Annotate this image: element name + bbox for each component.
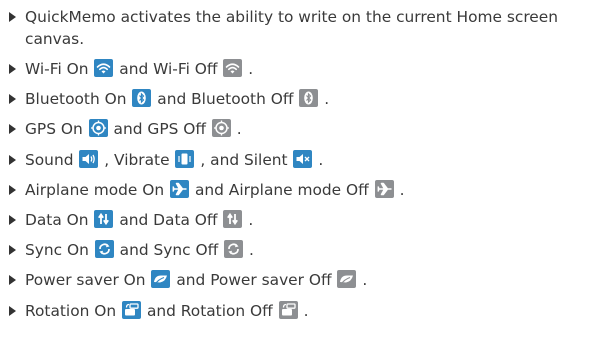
data-text-a: Data On bbox=[25, 210, 94, 229]
airplane-text-c: . bbox=[399, 180, 405, 199]
power-saver-text-c: . bbox=[362, 271, 368, 290]
vibrate-icon bbox=[175, 149, 195, 168]
wifi-text-a: Wi-Fi On bbox=[25, 60, 94, 78]
sound-text-a: Sound bbox=[25, 150, 79, 169]
bullet-item-rotation: Rotation On and Rotation Off . bbox=[9, 300, 599, 330]
sound-text-c: , and Silent bbox=[200, 150, 293, 169]
wifi-text-b: and Wi-Fi Off bbox=[119, 60, 223, 78]
bullet-marker-icon bbox=[9, 214, 16, 225]
document-page: QuickMemo activates the ability to write… bbox=[0, 0, 603, 352]
gps-text-a: GPS On bbox=[25, 120, 88, 139]
sync-text-c: . bbox=[249, 241, 254, 260]
data-text-b: and Data Off bbox=[119, 210, 223, 229]
power-saver-text-a: Power saver On bbox=[25, 271, 151, 290]
bullet-marker-icon bbox=[9, 245, 16, 256]
bullet-item-data: Data On and Data Off . bbox=[9, 209, 599, 239]
gps-on-icon bbox=[88, 119, 108, 138]
airplane-text-b: and Airplane mode Off bbox=[194, 180, 374, 199]
bullet-marker-icon bbox=[9, 275, 16, 286]
bullet-marker-icon bbox=[9, 124, 16, 135]
bullet-item-airplane: Airplane mode On and Airplane mode Off . bbox=[9, 179, 599, 209]
bullet-marker-icon bbox=[9, 154, 16, 165]
bullet-marker-icon bbox=[9, 12, 16, 22]
feature-bullet-list: QuickMemo activates the ability to write… bbox=[9, 6, 599, 330]
speaker-icon bbox=[79, 149, 99, 168]
bluetooth-text-c: . bbox=[324, 90, 330, 109]
bluetooth-text-a: Bluetooth On bbox=[25, 90, 132, 109]
bluetooth-on-icon bbox=[132, 89, 152, 108]
data-text-c: . bbox=[248, 210, 254, 229]
sync-text-b: and Sync Off bbox=[119, 241, 224, 260]
sound-text-d: . bbox=[318, 150, 324, 169]
airplane-text-a: Airplane mode On bbox=[25, 180, 170, 199]
gps-text-b: and GPS Off bbox=[113, 120, 211, 139]
power-saver-on-icon bbox=[151, 270, 171, 289]
muted-speaker-icon bbox=[293, 149, 313, 168]
sound-text-b: , Vibrate bbox=[104, 150, 175, 169]
data-on-icon bbox=[94, 209, 114, 228]
airplane-on-icon bbox=[170, 179, 190, 198]
airplane-off-icon bbox=[374, 179, 394, 198]
bullet-item-power-saver: Power saver On and Power saver Off . bbox=[9, 269, 599, 299]
rotation-text-b: and Rotation Off bbox=[146, 301, 278, 320]
bullet-item-quickmemo: QuickMemo activates the ability to write… bbox=[9, 6, 599, 58]
sync-text-a: Sync On bbox=[25, 241, 94, 260]
bullet-marker-icon bbox=[9, 305, 16, 316]
wifi-text-c: . bbox=[248, 60, 254, 78]
sync-off-icon bbox=[224, 240, 244, 259]
gps-text-c: . bbox=[236, 120, 242, 139]
sync-on-icon bbox=[94, 240, 114, 259]
gps-off-icon bbox=[211, 119, 231, 138]
bullet-item-gps: GPS On and GPS Off . bbox=[9, 118, 599, 148]
bluetooth-text-b: and Bluetooth Off bbox=[157, 90, 299, 109]
bullet-marker-icon bbox=[9, 64, 16, 74]
data-off-icon bbox=[223, 209, 243, 228]
bullet-marker-icon bbox=[9, 184, 16, 195]
wifi-on-icon bbox=[94, 59, 114, 77]
rotation-text-c: . bbox=[303, 301, 309, 320]
power-saver-off-icon bbox=[337, 270, 357, 289]
bullet-marker-icon bbox=[9, 94, 16, 105]
wifi-off-icon bbox=[223, 59, 243, 77]
bullet-item-sound: Sound , Vibrate , and Silent . bbox=[9, 149, 599, 179]
bullet-item-sync: Sync On and Sync Off . bbox=[9, 239, 599, 269]
bullet-item-bluetooth: Bluetooth On and Bluetooth Off . bbox=[9, 88, 599, 118]
power-saver-text-b: and Power saver Off bbox=[176, 271, 337, 290]
bluetooth-off-icon bbox=[299, 89, 319, 108]
rotation-on-icon bbox=[122, 300, 142, 319]
bullet-item-wifi: Wi-Fi On and Wi-Fi Off . bbox=[9, 58, 599, 88]
rotation-off-icon bbox=[278, 300, 298, 319]
rotation-text-a: Rotation On bbox=[25, 301, 122, 320]
quickmemo-text: QuickMemo activates the ability to write… bbox=[25, 8, 558, 48]
